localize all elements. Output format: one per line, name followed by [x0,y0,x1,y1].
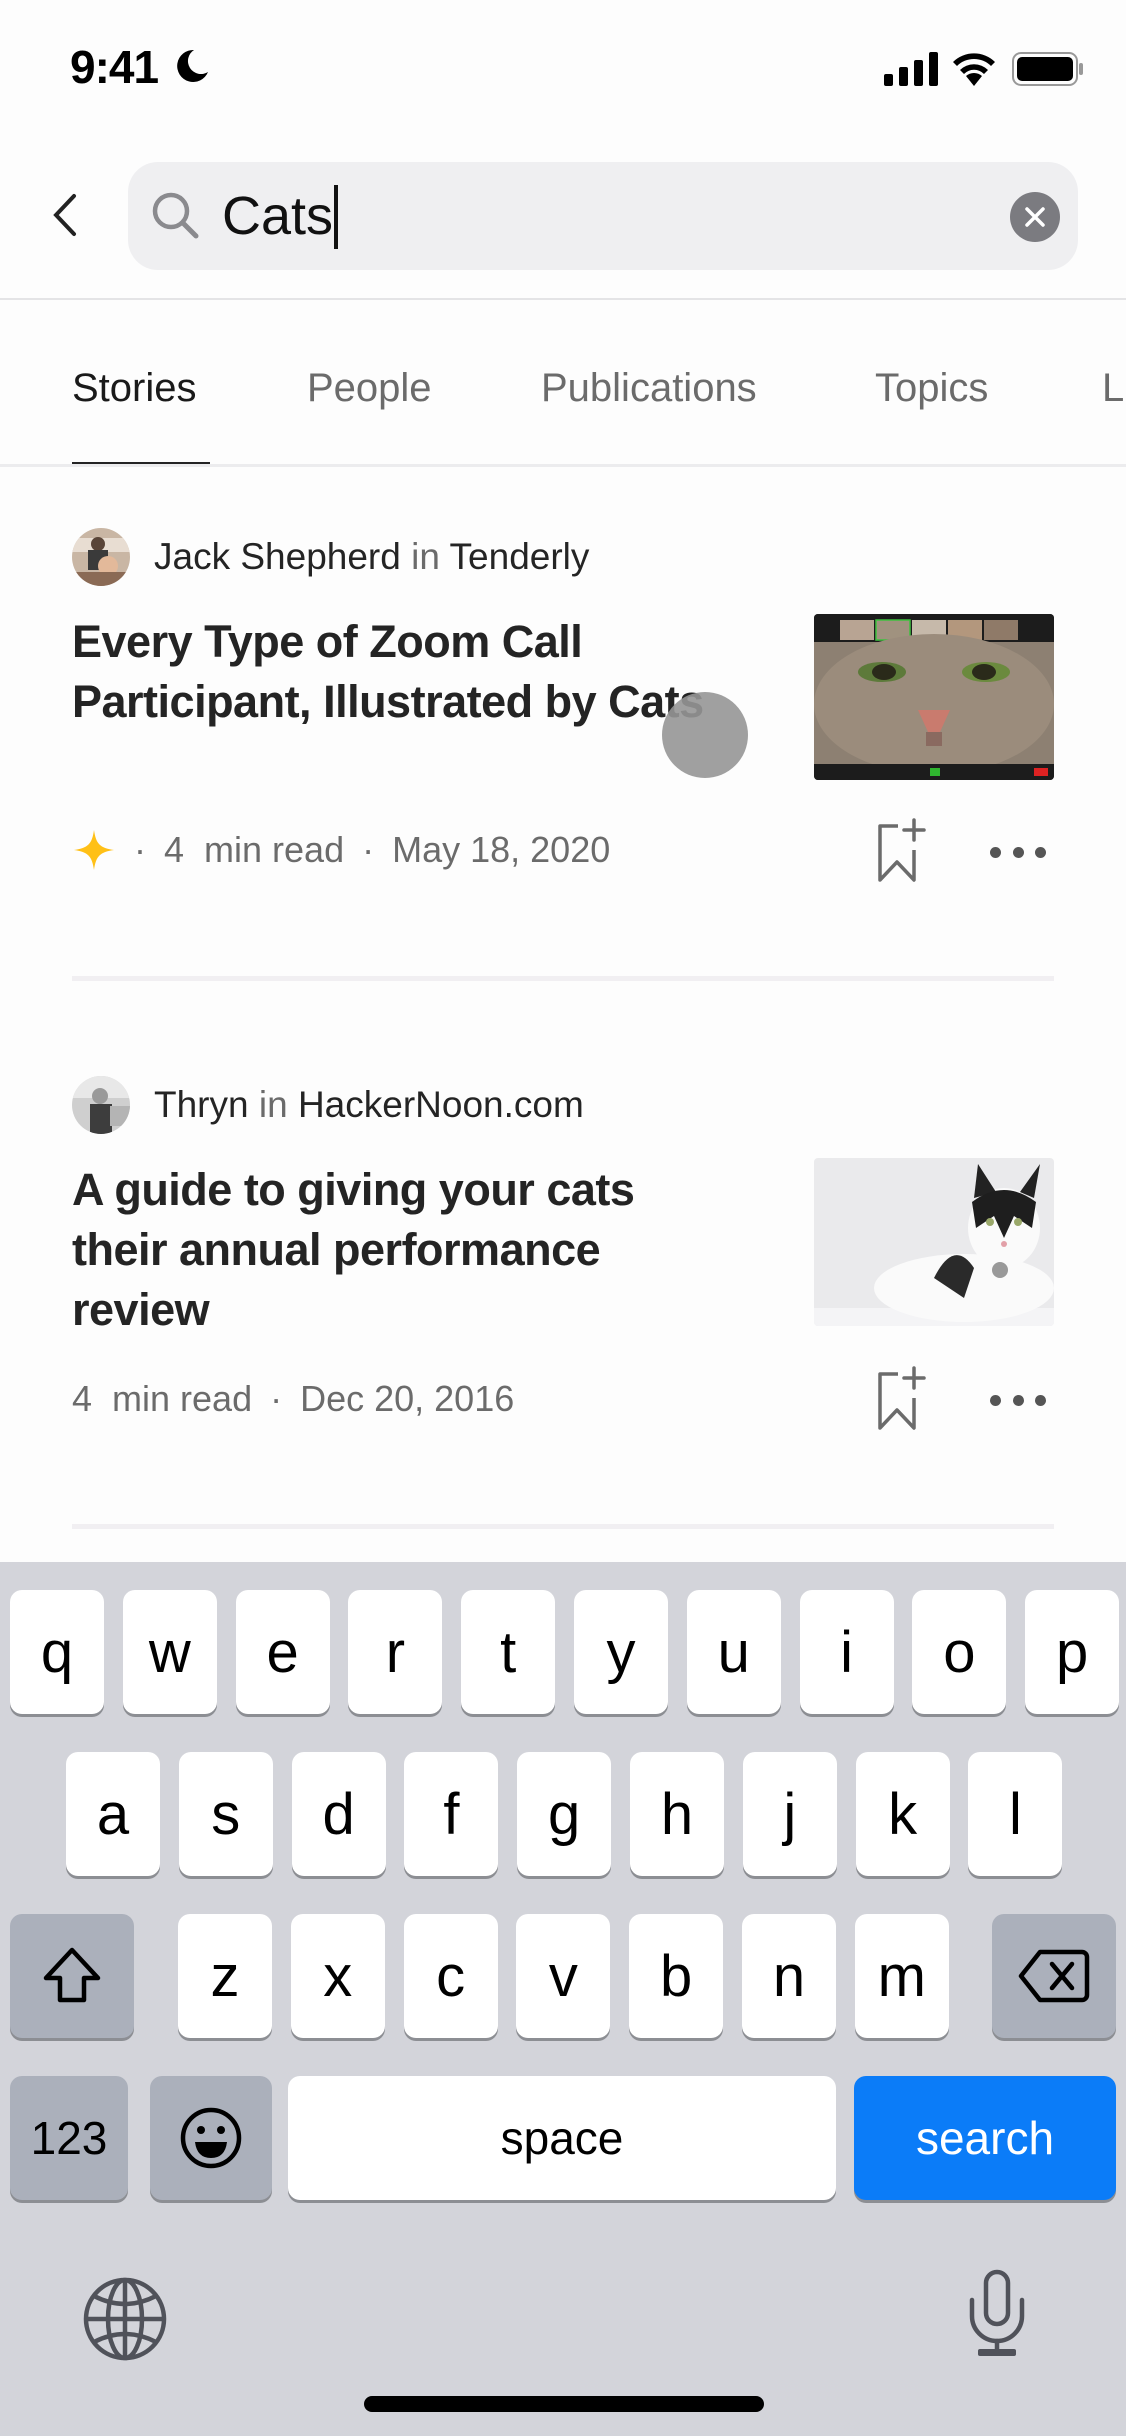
story-title[interactable]: A guide to giving your cats their annual… [72,1160,772,1340]
tab-stories[interactable]: Stories [72,366,197,411]
sparkle-star-icon [74,830,114,870]
publication-name[interactable]: HackerNoon.com [298,1084,584,1125]
key-x[interactable]: x [290,1914,385,2038]
author-avatar[interactable] [72,1076,130,1134]
story-meta: 4 min read · Dec 20, 2016 [72,1378,515,1419]
key-w[interactable]: w [122,1590,217,1714]
search-key[interactable]: search [854,2076,1116,2200]
key-k[interactable]: k [855,1752,950,1876]
shift-arrow-icon [43,1947,101,2003]
dot [1012,1394,1024,1406]
story-byline: Jack Shepherd in Tenderly [72,528,589,586]
dot [1012,846,1024,858]
status-time: 9:41 [70,41,159,93]
tab-publications[interactable]: Publications [541,366,757,411]
read-time: 4 min read [72,1378,253,1419]
tabs-divider [0,464,1126,467]
key-e[interactable]: e [235,1590,330,1714]
read-time: 4 min read [164,829,345,870]
key-c[interactable]: c [403,1914,498,2038]
publish-date: May 18, 2020 [392,829,611,870]
key-s[interactable]: s [178,1752,273,1876]
backspace-icon [1018,1949,1090,2003]
microphone-icon[interactable] [964,2268,1030,2358]
key-z[interactable]: z [178,1914,272,2038]
key-m[interactable]: m [854,1914,949,2038]
delete-key[interactable] [992,1914,1116,2038]
author-name[interactable]: Thryn [154,1084,249,1125]
clear-search-button[interactable] [1010,192,1060,242]
key-n[interactable]: n [742,1914,836,2038]
search-query-text: Cats [222,184,339,249]
magnifier-icon [152,192,199,239]
dot [1035,1394,1046,1406]
key-d[interactable]: d [291,1752,386,1876]
story-meta: · 4 min read · May 18, 2020 [72,828,610,872]
shift-key[interactable] [10,1914,134,2038]
on-screen-keyboard: q w e r t y u i o p a s d f g h j k l z x c v b n m 123 space search [0,1562,1126,2436]
dot [990,846,1001,858]
key-o[interactable]: o [912,1590,1007,1714]
text-caret [334,184,339,249]
key-t[interactable]: t [461,1590,556,1714]
numbers-key[interactable]: 123 [10,2076,128,2200]
more-options-button[interactable] [990,842,1046,862]
moon-icon [177,49,208,82]
clear-x-icon [1025,207,1045,227]
author-avatar[interactable] [72,528,130,586]
cellular-signal-icon [884,52,938,86]
key-f[interactable]: f [404,1752,499,1876]
key-q[interactable]: q [10,1590,104,1714]
bookmark-add-icon[interactable] [872,1364,932,1434]
tab-lists-truncated[interactable]: L [1102,366,1124,411]
story-thumbnail[interactable] [814,614,1054,780]
black-white-cat-image [814,1158,1054,1326]
more-options-button[interactable] [990,1390,1046,1410]
emoji-smile-icon [180,2107,242,2169]
story-thumbnail[interactable] [814,1158,1054,1326]
key-a[interactable]: a [66,1752,160,1876]
home-indicator [364,2396,764,2412]
search-input[interactable]: Cats [128,162,1078,270]
chevron-left-icon [53,194,76,236]
key-v[interactable]: v [516,1914,611,2038]
byline-text: Thryn in HackerNoon.com [154,1084,584,1125]
globe-icon[interactable] [82,2276,168,2362]
key-u[interactable]: u [686,1590,781,1714]
key-j[interactable]: j [742,1752,837,1876]
touch-indicator [662,692,748,778]
story-byline: Thryn in HackerNoon.com [72,1076,584,1134]
dot [990,1394,1001,1406]
status-bar: 9:41 [0,0,1126,140]
publication-name[interactable]: Tenderly [450,536,590,577]
back-button[interactable] [40,180,90,250]
wifi-icon [953,53,995,86]
story-divider [72,976,1054,981]
key-p[interactable]: p [1025,1590,1120,1714]
search-category-tabs: Stories People Publications Topics L [0,300,1126,466]
publish-date: Dec 20, 2016 [300,1378,515,1419]
key-b[interactable]: b [629,1914,724,2038]
bookmark-add-icon[interactable] [872,816,932,886]
tab-people[interactable]: People [307,366,432,411]
space-key[interactable]: space [288,2076,836,2200]
key-g[interactable]: g [517,1752,612,1876]
cat-face-zoom-call-image [814,614,1054,780]
key-r[interactable]: r [348,1590,443,1714]
key-y[interactable]: y [574,1590,668,1714]
key-i[interactable]: i [799,1590,894,1714]
author-name[interactable]: Jack Shepherd [154,536,401,577]
byline-text: Jack Shepherd in Tenderly [154,536,590,577]
story-divider [72,1524,1054,1529]
key-l[interactable]: l [968,1752,1063,1876]
dot [1035,846,1046,858]
tab-topics[interactable]: Topics [875,366,988,411]
key-h[interactable]: h [630,1752,724,1876]
emoji-key[interactable] [150,2076,272,2200]
battery-icon [1012,52,1083,86]
